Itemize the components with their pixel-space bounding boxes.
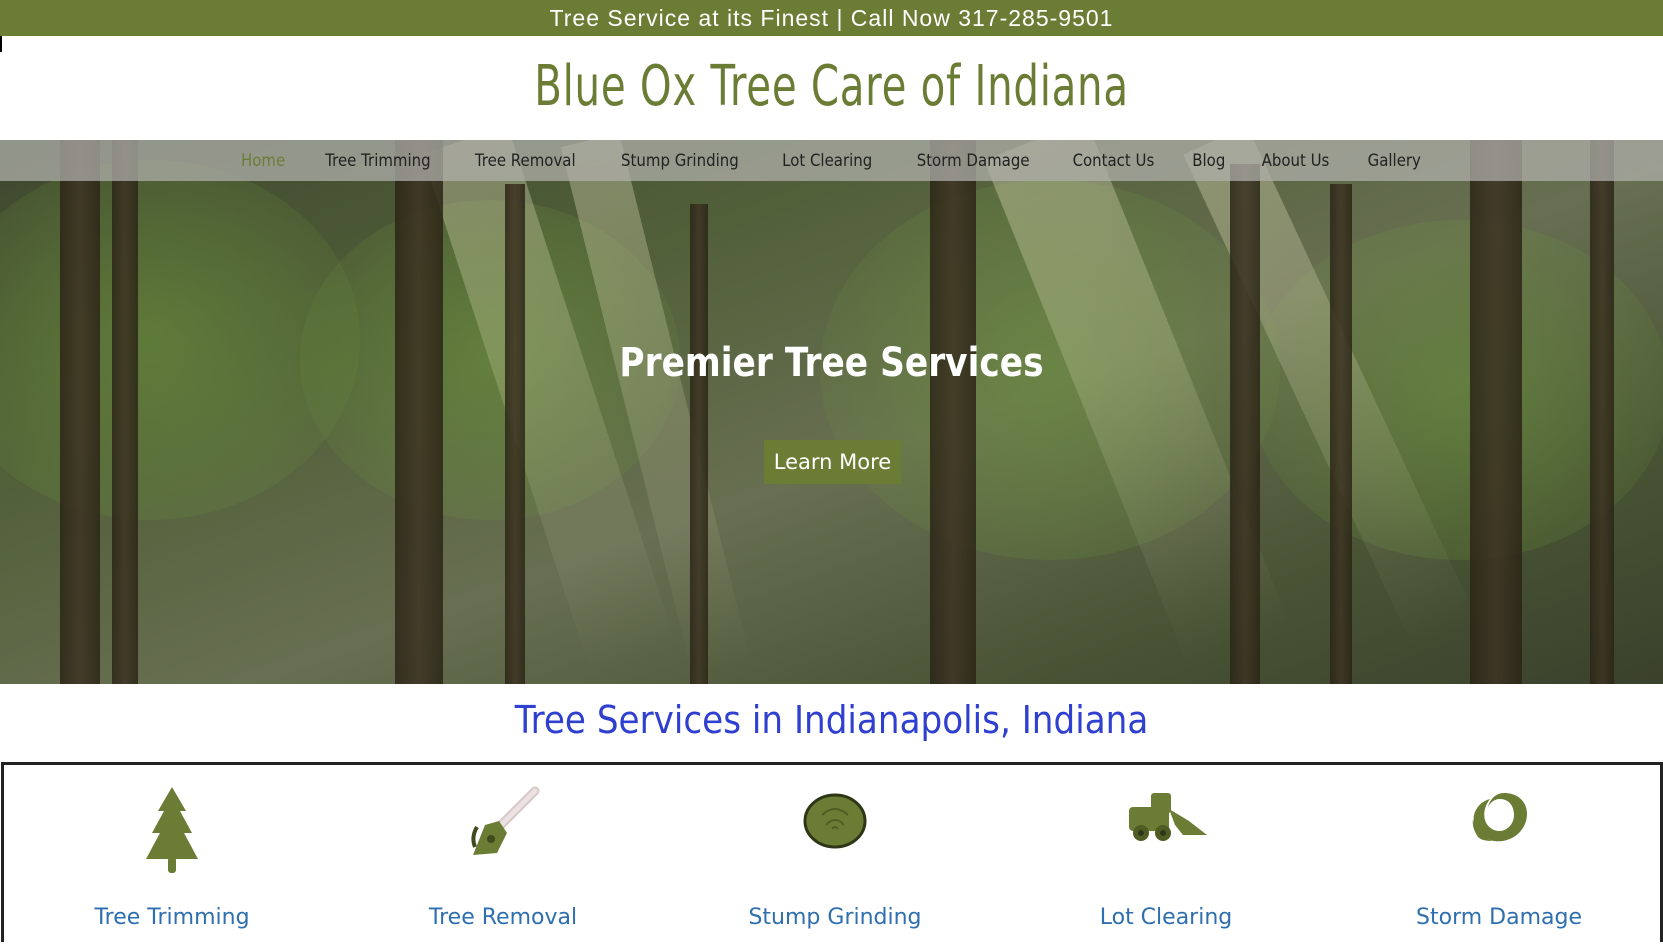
nav-item-contact-us[interactable]: Contact Us [1073, 151, 1155, 171]
text-cursor [0, 36, 2, 52]
nav-item-about-us[interactable]: About Us [1262, 151, 1330, 171]
nav-item-home[interactable]: Home [241, 151, 285, 171]
announcement-text: Tree Service at its Finest | Call Now 31… [549, 4, 1114, 31]
top-announcement-bar: Tree Service at its Finest | Call Now 31… [0, 0, 1663, 36]
nav-item-gallery[interactable]: Gallery [1368, 151, 1421, 171]
hero-title: Premier Tree Services [619, 340, 1044, 386]
hero-banner [0, 140, 1663, 684]
pine-tree-icon [142, 785, 202, 885]
service-lot-clearing[interactable]: Lot Clearing [1016, 765, 1316, 945]
service-label[interactable]: Tree Removal [353, 905, 653, 930]
service-stump-grinding[interactable]: Stump Grinding [685, 765, 985, 945]
learn-more-button[interactable]: Learn More [764, 440, 901, 484]
nav-item-blog[interactable]: Blog [1192, 151, 1225, 171]
service-label[interactable]: Storm Damage [1349, 905, 1649, 930]
service-label[interactable]: Lot Clearing [1016, 905, 1316, 930]
nav-item-tree-removal[interactable]: Tree Removal [475, 151, 576, 171]
service-storm-damage[interactable]: Storm Damage [1349, 765, 1649, 945]
swirl-icon [1464, 785, 1534, 860]
main-navigation: Home Tree Trimming Tree Removal Stump Gr… [0, 140, 1663, 181]
nav-item-stump-grinding[interactable]: Stump Grinding [621, 151, 739, 171]
stump-icon [800, 785, 870, 860]
service-tree-removal[interactable]: Tree Removal [353, 765, 653, 945]
chainsaw-icon [463, 785, 543, 870]
nav-item-tree-trimming[interactable]: Tree Trimming [325, 151, 430, 171]
service-label[interactable]: Stump Grinding [685, 905, 985, 930]
section-heading: Tree Services in Indianapolis, Indiana [514, 698, 1149, 742]
service-label[interactable]: Tree Trimming [22, 905, 322, 930]
nav-item-storm-damage[interactable]: Storm Damage [916, 151, 1029, 171]
nav-item-lot-clearing[interactable]: Lot Clearing [782, 151, 872, 171]
skid-steer-icon [1123, 785, 1209, 850]
service-tree-trimming[interactable]: Tree Trimming [22, 765, 322, 945]
services-panel: Tree Trimming Tree Removal Stump Grindin… [1, 762, 1663, 942]
site-title[interactable]: Blue Ox Tree Care of Indiana [233, 46, 1430, 126]
